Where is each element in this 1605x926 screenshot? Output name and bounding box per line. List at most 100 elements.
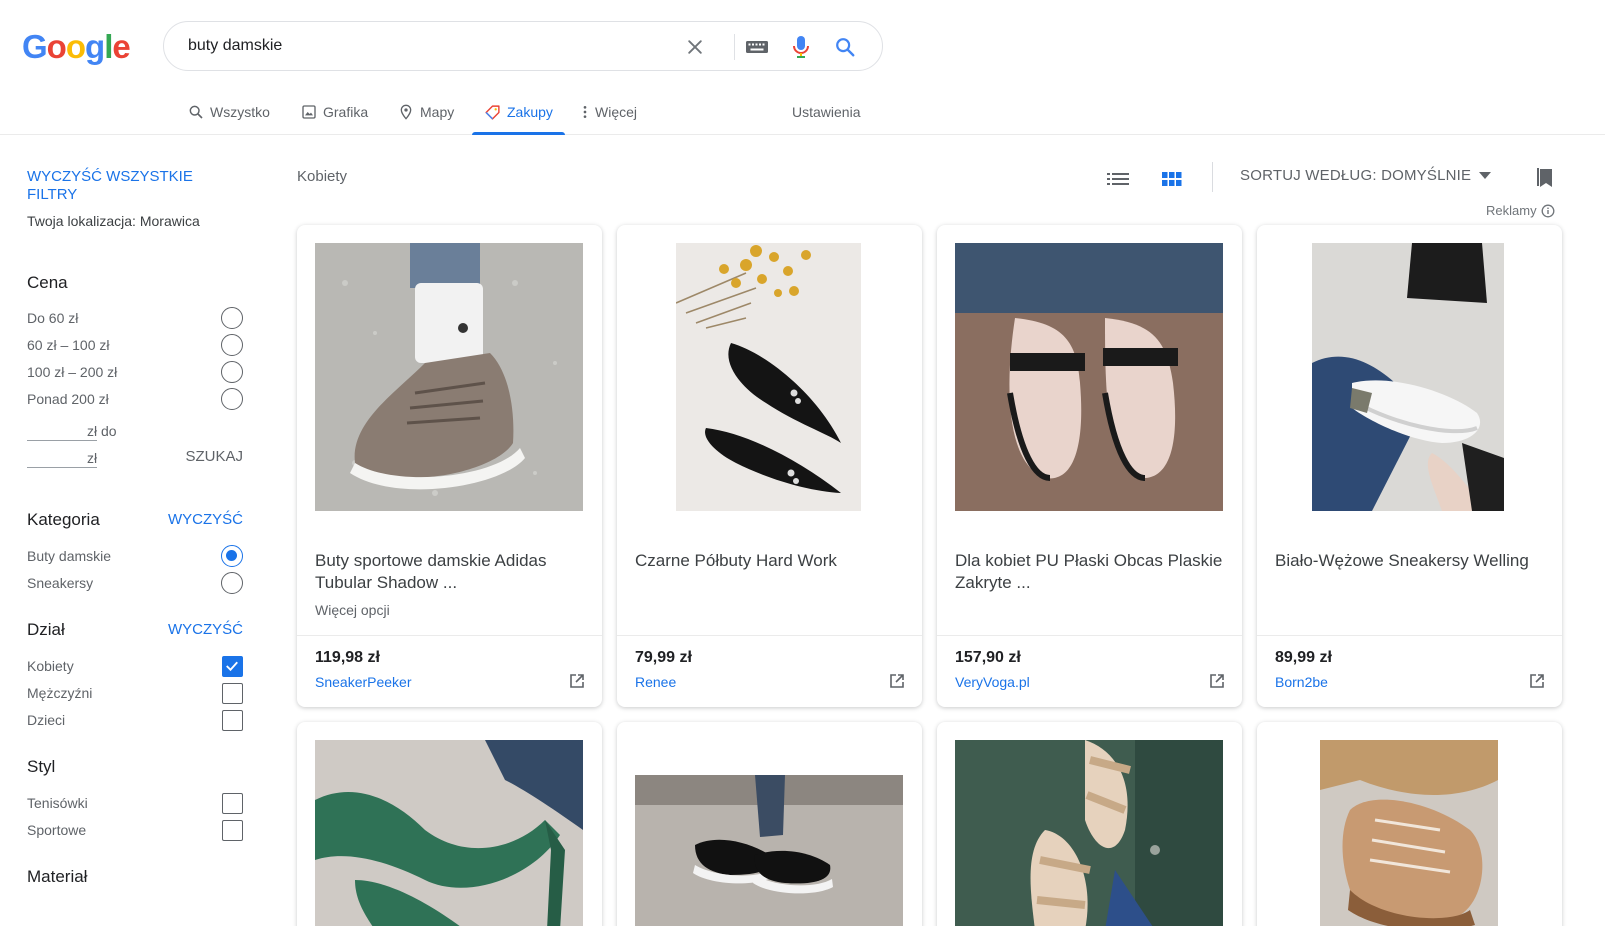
logo-letter: o xyxy=(65,28,86,65)
tab-label: Wszystko xyxy=(210,104,270,120)
department-section-title: Dział xyxy=(27,620,65,639)
search-input[interactable] xyxy=(188,37,668,55)
department-option-kobiety[interactable]: Kobiety xyxy=(27,654,243,678)
price-option-2[interactable]: 60 zł – 100 zł xyxy=(27,333,243,357)
product-image[interactable] xyxy=(1312,243,1504,511)
department-clear-link[interactable]: WYCZYŚĆ xyxy=(168,621,243,638)
saved-items-button[interactable] xyxy=(1536,166,1556,195)
product-card[interactable] xyxy=(617,722,922,926)
tab-grafika[interactable]: Grafika xyxy=(301,90,368,134)
price-search-button[interactable]: SZUKAJ xyxy=(185,448,243,465)
checkbox[interactable] xyxy=(222,655,243,677)
category-option-sneakersy[interactable]: Sneakersy xyxy=(27,571,243,595)
search-submit-button[interactable] xyxy=(832,34,858,60)
card-divider xyxy=(297,635,602,636)
grid-view-button[interactable] xyxy=(1158,165,1186,193)
category-section-title: Kategoria xyxy=(27,510,100,529)
product-image[interactable] xyxy=(315,740,583,926)
product-image[interactable] xyxy=(635,775,903,926)
product-card[interactable] xyxy=(937,722,1242,926)
black-flats-photo xyxy=(676,243,861,511)
option-label: Do 60 zł xyxy=(27,310,79,326)
external-link-icon[interactable] xyxy=(889,673,905,689)
card-divider xyxy=(937,635,1242,636)
category-option-buty-damskie[interactable]: Buty damskie xyxy=(27,544,243,568)
settings-link[interactable]: Ustawienia xyxy=(792,90,860,134)
external-link-icon[interactable] xyxy=(1529,673,1545,689)
tab-label: Zakupy xyxy=(507,104,553,120)
option-label: Dzieci xyxy=(27,712,66,728)
google-logo[interactable]: Google xyxy=(22,28,131,66)
option-label: Sneakersy xyxy=(27,575,94,591)
option-label: Sportowe xyxy=(27,822,87,838)
checkmark-icon xyxy=(226,661,238,671)
checkbox[interactable] xyxy=(222,682,243,704)
keyboard-button[interactable] xyxy=(744,34,770,60)
product-title[interactable]: Biało-Wężowe Sneakersy Welling xyxy=(1275,550,1550,572)
sort-dropdown[interactable]: SORTUJ WEDŁUG: DOMYŚLNIE xyxy=(1240,167,1492,184)
product-store[interactable]: Renee xyxy=(635,674,676,690)
logo-letter: g xyxy=(85,28,105,65)
search-box xyxy=(163,21,883,71)
product-price: 119,98 zł xyxy=(315,649,380,666)
price-max-suffix: zł xyxy=(87,450,98,466)
product-image[interactable] xyxy=(1320,740,1498,926)
product-store[interactable]: SneakerPeeker xyxy=(315,674,412,690)
clear-search-button[interactable] xyxy=(682,34,708,60)
tab-mapy[interactable]: Mapy xyxy=(398,90,454,134)
product-image[interactable] xyxy=(955,243,1223,511)
product-card[interactable]: Czarne Półbuty Hard Work 79,99 zł Renee xyxy=(617,225,922,707)
google-shopping-page: Google Wszystko Grafika Mapy xyxy=(0,0,1605,926)
radio-button[interactable] xyxy=(221,545,243,567)
product-card[interactable]: Biało-Wężowe Sneakersy Welling 89,99 zł … xyxy=(1257,225,1562,707)
price-option-3[interactable]: 100 zł – 200 zł xyxy=(27,360,243,384)
external-link-icon[interactable] xyxy=(569,673,585,689)
product-image[interactable] xyxy=(676,243,861,511)
logo-letter: o xyxy=(46,28,67,65)
product-image[interactable] xyxy=(315,243,583,511)
radio-button[interactable] xyxy=(221,361,243,383)
category-clear-link[interactable]: WYCZYŚĆ xyxy=(168,511,243,528)
list-view-button[interactable] xyxy=(1104,165,1132,193)
tab-label: Grafika xyxy=(323,104,369,120)
product-store[interactable]: Born2be xyxy=(1275,674,1328,690)
product-card[interactable]: Buty sportowe damskie Adidas Tubular Sha… xyxy=(297,225,602,707)
ads-label[interactable]: Reklamy xyxy=(1486,203,1555,218)
external-link-icon[interactable] xyxy=(1209,673,1225,689)
style-option-tenisowki[interactable]: Tenisówki xyxy=(27,791,243,815)
product-more-options[interactable]: Więcej opcji xyxy=(315,602,390,618)
search-icon xyxy=(836,38,855,57)
option-label: Tenisówki xyxy=(27,795,88,811)
product-card[interactable] xyxy=(297,722,602,926)
product-image[interactable] xyxy=(955,740,1223,926)
clear-all-filters-link[interactable]: WYCZYŚĆ WSZYSTKIE FILTRY xyxy=(27,168,227,204)
radio-button[interactable] xyxy=(221,307,243,329)
tab-zakupy[interactable]: Zakupy xyxy=(472,90,565,135)
tab-wszystko[interactable]: Wszystko xyxy=(188,90,270,134)
checkbox[interactable] xyxy=(222,792,243,814)
taupe-sneaker-photo xyxy=(315,243,583,511)
product-title[interactable]: Czarne Półbuty Hard Work xyxy=(635,550,910,572)
radio-button[interactable] xyxy=(221,388,243,410)
tab-wiecej[interactable]: Więcej xyxy=(581,90,637,134)
radio-button[interactable] xyxy=(221,572,243,594)
department-option-mezczyzni[interactable]: Mężczyźni xyxy=(27,681,243,705)
card-divider xyxy=(1257,635,1562,636)
white-sneaker-photo xyxy=(1312,243,1504,511)
product-title[interactable]: Buty sportowe damskie Adidas Tubular Sha… xyxy=(315,550,590,594)
toolbar-divider xyxy=(1212,162,1213,192)
close-icon xyxy=(688,40,702,54)
product-card[interactable]: Dla kobiet PU Płaski Obcas Plaskie Zakry… xyxy=(937,225,1242,707)
product-card[interactable] xyxy=(1257,722,1562,926)
price-option-4[interactable]: Ponad 200 zł xyxy=(27,387,243,411)
radio-button[interactable] xyxy=(221,334,243,356)
product-title[interactable]: Dla kobiet PU Płaski Obcas Plaskie Zakry… xyxy=(955,550,1230,594)
price-option-1[interactable]: Do 60 zł xyxy=(27,306,243,330)
checkbox[interactable] xyxy=(222,819,243,841)
style-option-sportowe[interactable]: Sportowe xyxy=(27,818,243,842)
location-text: Twoja lokalizacja: Morawica xyxy=(27,213,200,229)
product-store[interactable]: VeryVoga.pl xyxy=(955,674,1030,690)
voice-search-button[interactable] xyxy=(788,34,814,60)
checkbox[interactable] xyxy=(222,709,243,731)
department-option-dzieci[interactable]: Dzieci xyxy=(27,708,243,732)
